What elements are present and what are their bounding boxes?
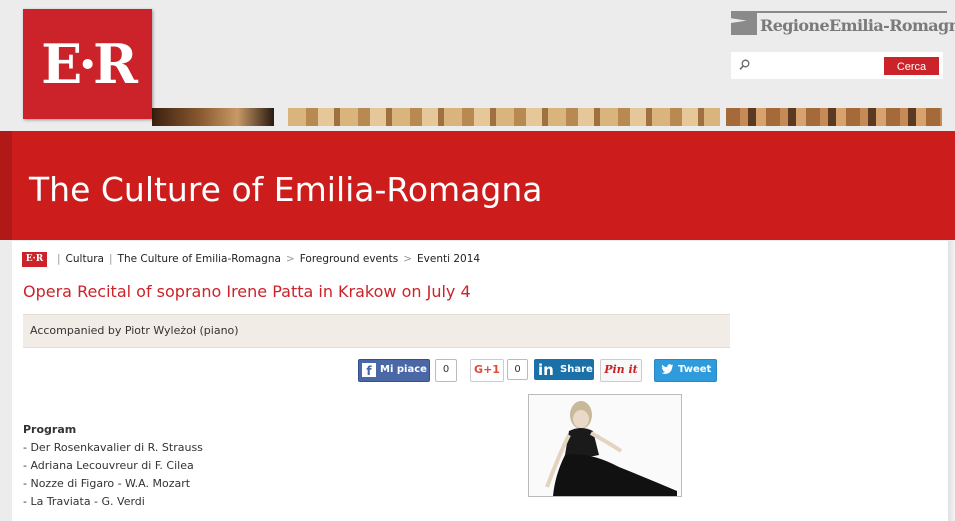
- breadcrumb-item-foreground[interactable]: Foreground events: [300, 253, 399, 265]
- soprano-photo-image: [529, 395, 681, 496]
- pinterest-button[interactable]: Pin it: [600, 359, 642, 382]
- twitter-tweet-label: Tweet: [678, 364, 712, 375]
- program-heading: Program: [23, 423, 77, 436]
- search-input[interactable]: [755, 56, 899, 76]
- twitter-tweet-button[interactable]: Tweet: [654, 359, 717, 382]
- linkedin-icon: in: [538, 361, 554, 379]
- breadcrumb-item-eventi[interactable]: Eventi 2014: [417, 253, 480, 265]
- gplus-button[interactable]: G+1: [470, 359, 504, 382]
- logo-text: E·R: [41, 32, 138, 96]
- search-button[interactable]: Cerca: [884, 57, 939, 75]
- program-item: - Adriana Lecouvreur di F. Cilea: [23, 459, 194, 472]
- search-icon: [739, 59, 750, 70]
- program-item: - Der Rosenkavalier di R. Strauss: [23, 441, 203, 454]
- program-item: - La Traviata - G. Verdi: [23, 495, 145, 508]
- content-shadow: [948, 241, 955, 521]
- facebook-count: 0: [435, 359, 457, 382]
- hero-left-edge: [0, 131, 12, 240]
- breadcrumb: E·R | Cultura | The Culture of Emilia-Ro…: [22, 251, 480, 267]
- facebook-like-button[interactable]: f Mi piace: [358, 359, 430, 382]
- region-name: RegioneEmilia-Romagna: [760, 16, 955, 35]
- breadcrumb-item-culture[interactable]: The Culture of Emilia-Romagna: [118, 253, 281, 265]
- article-subtitle-box: Accompanied by Piotr Wyleżoł (piano): [23, 314, 730, 348]
- facebook-icon: f: [362, 363, 376, 378]
- breadcrumb-separator: >: [285, 253, 295, 265]
- region-logo-line: [757, 11, 947, 13]
- region-flag-icon: [731, 11, 757, 35]
- program-section: Program - Der Rosenkavalier di R. Straus…: [23, 421, 203, 511]
- breadcrumb-separator: |: [57, 253, 61, 265]
- article-title: Opera Recital of soprano Irene Patta in …: [23, 282, 471, 301]
- breadcrumb-separator: |: [108, 253, 113, 265]
- regione-emilia-romagna-logo[interactable]: RegioneEmilia-Romagna: [731, 11, 955, 41]
- twitter-bird-icon: [661, 364, 674, 374]
- search-box: Cerca: [731, 52, 943, 79]
- linkedin-share-button[interactable]: in Share: [534, 359, 594, 380]
- soprano-photo[interactable]: [528, 394, 682, 497]
- gplus-count: 0: [507, 359, 528, 380]
- program-item: - Nozze di Figaro - W.A. Mozart: [23, 477, 191, 490]
- article-subtitle: Accompanied by Piotr Wyleżoł (piano): [30, 324, 239, 337]
- breadcrumb-item-cultura[interactable]: Cultura: [66, 253, 104, 265]
- header-banner-image: [726, 108, 942, 126]
- header-banner-image: [288, 108, 720, 126]
- header-banner-image: [152, 108, 274, 126]
- er-logo[interactable]: E·R: [23, 9, 152, 119]
- page-title: The Culture of Emilia-Romagna: [29, 170, 543, 209]
- facebook-like-label: Mi piace: [380, 364, 427, 375]
- breadcrumb-logo[interactable]: E·R: [22, 251, 47, 267]
- linkedin-share-label: Share: [560, 364, 593, 375]
- breadcrumb-separator: >: [403, 253, 413, 265]
